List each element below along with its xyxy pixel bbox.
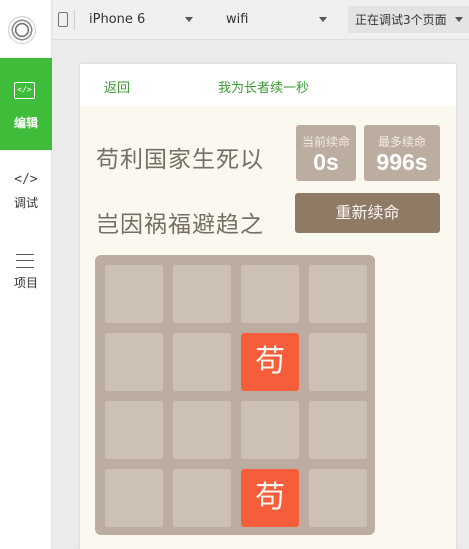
code-icon: </> — [14, 172, 38, 187]
chevron-down-icon[interactable] — [185, 17, 193, 22]
grid-cell — [105, 265, 163, 323]
sidebar-item-debug[interactable]: </> 调试 — [0, 168, 52, 234]
grid-cell — [173, 469, 231, 527]
back-link[interactable]: 返回 — [104, 77, 130, 96]
code-box-icon: </> — [14, 82, 35, 99]
sidebar-item-project[interactable]: 项目 — [0, 248, 52, 314]
best-score-label: 最多续命 — [377, 135, 426, 149]
current-score-value: 0s — [313, 149, 339, 175]
simulator-toolbar: iPhone 6 wifi 正在调试3个页面 — [53, 0, 469, 40]
device-select[interactable]: iPhone 6 — [89, 12, 145, 28]
debug-pages-select[interactable]: 正在调试3个页面 — [348, 6, 469, 33]
navigation-bar: 返回 我为长者续一秒 — [80, 64, 456, 106]
toolbar-divider — [74, 10, 75, 30]
debug-pages-label: 正在调试3个页面 — [355, 13, 447, 27]
grid-cell — [309, 469, 367, 527]
grid-cell — [309, 401, 367, 459]
grid-cell — [105, 333, 163, 391]
sidebar-item-label: 项目 — [13, 276, 38, 290]
grid-cell — [173, 401, 231, 459]
sidebar-item-label: 编辑 — [13, 116, 38, 130]
current-score-box: 当前续命 0s — [296, 125, 356, 181]
grid-cell — [105, 401, 163, 459]
phone-screen: 返回 我为长者续一秒 苟利国家生死以 岂因祸福避趋之 当前续命 0s 最多续命 … — [80, 64, 456, 549]
menu-icon — [16, 254, 34, 268]
network-select[interactable]: wifi — [226, 12, 248, 28]
sidebar-item-edit[interactable]: </> 编辑 — [0, 58, 52, 150]
grid-cell — [241, 401, 299, 459]
page-title: 我为长者续一秒 — [218, 81, 310, 96]
game-tile: 苟 — [241, 333, 299, 391]
avatar[interactable] — [8, 16, 36, 44]
chevron-down-icon — [455, 17, 463, 22]
grid-cell — [105, 469, 163, 527]
best-score-box: 最多续命 996s — [364, 125, 440, 181]
poem-line-2: 岂因祸福避趋之 — [96, 212, 264, 238]
grid-cell — [241, 265, 299, 323]
grid-cell — [309, 333, 367, 391]
chevron-down-icon[interactable] — [319, 17, 327, 22]
current-score-label: 当前续命 — [301, 135, 350, 149]
phone-icon[interactable] — [58, 12, 68, 27]
grid-cell — [173, 265, 231, 323]
sidebar-item-label: 调试 — [13, 196, 38, 210]
game-board[interactable]: 苟苟 — [95, 255, 375, 535]
game-tile: 苟 — [241, 469, 299, 527]
best-score-value: 996s — [376, 149, 428, 175]
restart-button[interactable]: 重新续命 — [295, 193, 440, 233]
sidebar: </> 编辑 </> 调试 项目 — [0, 0, 52, 549]
poem-line-1: 苟利国家生死以 — [96, 147, 264, 173]
grid-cell — [173, 333, 231, 391]
grid-cell — [309, 265, 367, 323]
